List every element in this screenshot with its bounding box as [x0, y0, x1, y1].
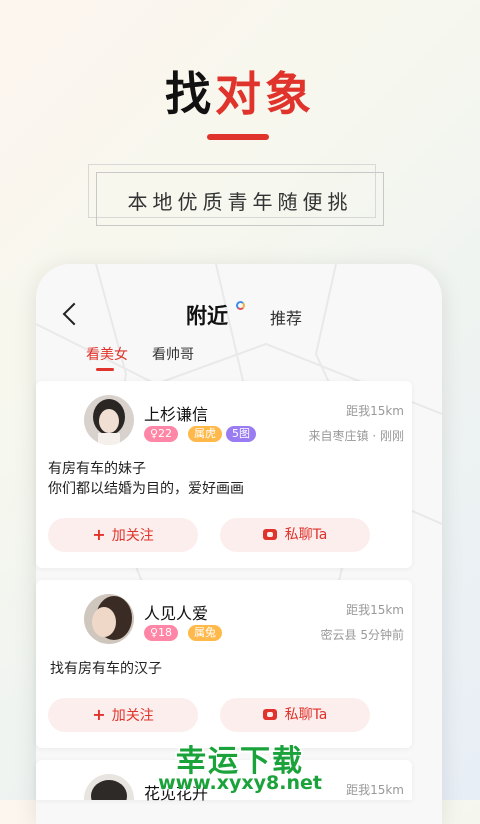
follow-label: 加关注: [111, 708, 154, 724]
tab-recommend[interactable]: 推荐: [270, 305, 302, 329]
headline-part2: 对象: [215, 67, 315, 121]
bio: 有房有车的妹子 你们都以结婚为目的，爱好画画: [48, 459, 244, 499]
headline-part1: 找: [165, 67, 215, 121]
profile-card[interactable]: 上杉谦信 距我15km ♀22 属虎 5图 来自枣庄镇 · 刚刚 有房有车的妹子…: [36, 381, 412, 568]
zodiac-badge: 属兔: [188, 625, 222, 641]
chat-button[interactable]: 私聊Ta: [220, 518, 370, 552]
profile-name: 上杉谦信: [144, 405, 209, 424]
bio: 找有房有车的汉子: [50, 659, 162, 679]
sub-tab-indicator: [96, 368, 114, 371]
distance: 距我15km: [346, 404, 404, 418]
bio-line: 找有房有车的汉子: [50, 661, 162, 677]
profile-card[interactable]: 人见人爱 距我15km ♀18 属兔 密云县 5分钟前 找有房有车的汉子 + 加关…: [36, 580, 412, 748]
plus-icon: +: [92, 705, 106, 724]
age-badge: ♀22: [144, 426, 179, 442]
loading-ring-icon: [236, 301, 245, 310]
subtitle: 本地优质青年随便挑: [127, 190, 353, 214]
bio-line: 你们都以结婚为目的，爱好画画: [48, 481, 244, 497]
avatar[interactable]: [84, 395, 134, 445]
tab-nearby[interactable]: 附近: [186, 300, 228, 330]
bio-line: 有房有车的妹子: [48, 461, 146, 477]
chat-label: 私聊Ta: [284, 527, 328, 543]
plus-icon: +: [92, 525, 106, 544]
profile-name: 人见人爱: [144, 604, 209, 623]
age-badge: ♀18: [144, 625, 179, 641]
sub-tab-guys[interactable]: 看帅哥: [152, 344, 194, 364]
follow-button[interactable]: + 加关注: [48, 518, 198, 552]
chat-button[interactable]: 私聊Ta: [220, 698, 370, 732]
follow-button[interactable]: + 加关注: [48, 698, 198, 732]
photo-count-badge: 5图: [226, 426, 256, 442]
chat-label: 私聊Ta: [284, 707, 328, 723]
follow-label: 加关注: [111, 528, 154, 544]
chat-bubble-icon: [262, 529, 277, 540]
location-time: 密云县 5分钟前: [320, 628, 404, 642]
location-time: 来自枣庄镇 · 刚刚: [308, 429, 404, 443]
chat-bubble-icon: [262, 709, 277, 720]
headline: 找对象: [0, 58, 480, 124]
avatar[interactable]: [84, 594, 134, 644]
headline-underline: [207, 134, 269, 140]
sub-tab-girls[interactable]: 看美女: [86, 344, 128, 364]
watermark-url: www.xyxy8.net: [158, 772, 322, 794]
zodiac-badge: 属虎: [188, 426, 222, 442]
distance: 距我15km: [346, 603, 404, 617]
